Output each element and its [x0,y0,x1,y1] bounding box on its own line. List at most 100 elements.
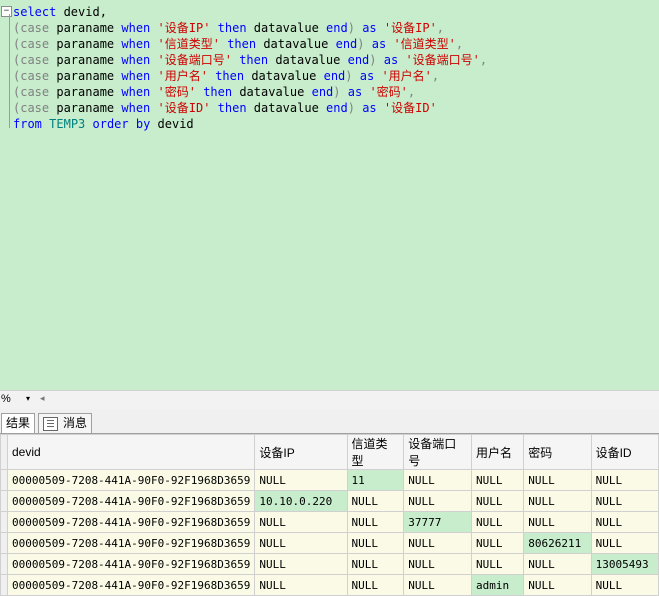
table-cell[interactable]: NULL [254,574,348,596]
table-cell[interactable]: NULL [254,532,348,554]
table-cell[interactable]: NULL [470,469,525,491]
code-token: devid [150,117,194,131]
messages-icon [43,417,58,431]
table-row[interactable]: 00000509-7208-441A-90F0-92F1968D3659 NULL… [0,469,659,491]
table-cell[interactable]: NULL [523,511,592,533]
table-cell[interactable]: NULL [590,469,659,491]
table-cell[interactable]: NULL [254,469,348,491]
table-cell[interactable]: 80626211 [523,532,592,554]
table-cell[interactable]: 00000509-7208-441A-90F0-92F1968D3659 [6,532,256,554]
tab-results[interactable]: 结果 [1,413,36,433]
table-cell[interactable]: NULL [523,469,592,491]
table-cell[interactable]: NULL [523,553,592,575]
code-token: datavalue [246,101,327,115]
table-cell[interactable]: NULL [403,469,472,491]
table-cell[interactable]: NULL [590,574,659,596]
code-token: as [371,37,387,51]
code-token: paraname [49,53,122,67]
code-token: paraname [49,69,122,83]
row-selector[interactable] [0,553,8,575]
table-row[interactable]: 00000509-7208-441A-90F0-92F1968D3659 NULL… [0,574,659,596]
table-cell[interactable]: NULL [403,574,472,596]
row-selector[interactable] [0,574,8,596]
code-token: ) [347,101,355,115]
scroll-left-icon[interactable]: ◂ [40,393,45,404]
table-cell[interactable]: NULL [403,490,472,512]
code-token: then [239,53,269,67]
table-cell[interactable]: NULL [590,532,659,554]
table-cell[interactable]: NULL [523,574,592,596]
table-cell[interactable]: NULL [403,532,472,554]
results-table: devid 设备IP 信道类型 设备端口号 用户名 密码 设备ID 00000509-720… [0,434,659,596]
code-token: '信道类型' [393,37,456,51]
table-cell[interactable]: NULL [470,490,525,512]
code-token: paraname [49,37,122,51]
column-header[interactable]: 信道类型 [346,434,405,470]
table-cell[interactable]: 00000509-7208-441A-90F0-92F1968D3659 [6,469,256,491]
table-cell[interactable]: 00000509-7208-441A-90F0-92F1968D3659 [6,574,256,596]
table-cell[interactable]: NULL [590,490,659,512]
table-cell[interactable]: NULL [346,574,405,596]
results-grid[interactable]: devid 设备IP 信道类型 设备端口号 用户名 密码 设备ID 00000509-720… [0,434,659,596]
table-cell[interactable]: NULL [523,490,592,512]
table-cell[interactable]: 10.10.0.220 [254,490,348,512]
code-token: (case [13,53,50,67]
column-header[interactable]: 设备端口号 [403,434,472,470]
table-row[interactable]: 00000509-7208-441A-90F0-92F1968D3659 NULL… [0,511,659,533]
outline-margin [9,14,10,128]
row-selector[interactable] [0,469,8,491]
tab-messages-label: 消息 [63,416,88,430]
chevron-down-icon[interactable]: ▾ [26,394,30,403]
code-line: (case paraname when '设备端口号' then dataval… [13,52,487,68]
table-row[interactable]: 00000509-7208-441A-90F0-92F1968D3659 NULL… [0,532,659,554]
table-cell[interactable]: NULL [346,490,405,512]
zoom-level[interactable]: % [1,393,11,405]
results-tabs: 结果 消息 [0,409,659,434]
table-cell[interactable]: NULL [346,532,405,554]
table-cell[interactable]: 37777 [403,511,472,533]
table-cell[interactable]: 11 [346,469,405,491]
code-token: then [217,101,247,115]
table-cell[interactable]: NULL [346,553,405,575]
table-cell[interactable]: NULL [403,553,472,575]
column-header[interactable]: 密码 [523,434,592,470]
tab-messages[interactable]: 消息 [38,413,93,433]
table-row[interactable]: 00000509-7208-441A-90F0-92F1968D3659 10.1… [0,490,659,512]
table-cell[interactable]: NULL [470,553,525,575]
sql-code[interactable]: select devid, (case paraname when '设备IP' … [13,4,487,132]
table-cell[interactable]: admin [470,574,525,596]
collapse-toggle-icon[interactable]: − [1,6,12,17]
code-token: , [479,53,488,67]
table-cell[interactable]: 00000509-7208-441A-90F0-92F1968D3659 [6,490,256,512]
code-token: end [326,101,348,115]
row-selector[interactable] [0,490,8,512]
table-cell[interactable]: NULL [254,553,348,575]
code-token: as [383,53,399,67]
column-header[interactable]: 设备IP [254,434,348,470]
table-row[interactable]: 00000509-7208-441A-90F0-92F1968D3659 NULL… [0,553,659,575]
code-token: , [431,69,440,83]
table-cell[interactable]: 13005493 [590,553,659,575]
code-token: from [13,117,42,131]
sql-editor[interactable]: − select devid, (case paraname when '设备IP… [0,0,659,390]
table-cell[interactable]: 00000509-7208-441A-90F0-92F1968D3659 [6,553,256,575]
code-token: (case [13,85,50,99]
column-header[interactable]: 设备ID [590,434,659,470]
table-cell[interactable]: 00000509-7208-441A-90F0-92F1968D3659 [6,511,256,533]
code-token: '密码' [369,85,408,99]
row-selector[interactable] [0,511,8,533]
code-line: (case paraname when '信道类型' then datavalu… [13,36,487,52]
table-cell[interactable]: NULL [470,511,525,533]
table-cell[interactable]: NULL [254,511,348,533]
row-selector[interactable] [0,532,8,554]
column-header[interactable]: devid [6,434,256,470]
table-cell[interactable]: NULL [470,532,525,554]
code-token: datavalue [232,85,312,99]
table-cell[interactable]: NULL [590,511,659,533]
table-cell[interactable]: NULL [346,511,405,533]
code-token: '设备IP' [157,21,211,35]
column-header[interactable]: 用户名 [470,434,525,470]
